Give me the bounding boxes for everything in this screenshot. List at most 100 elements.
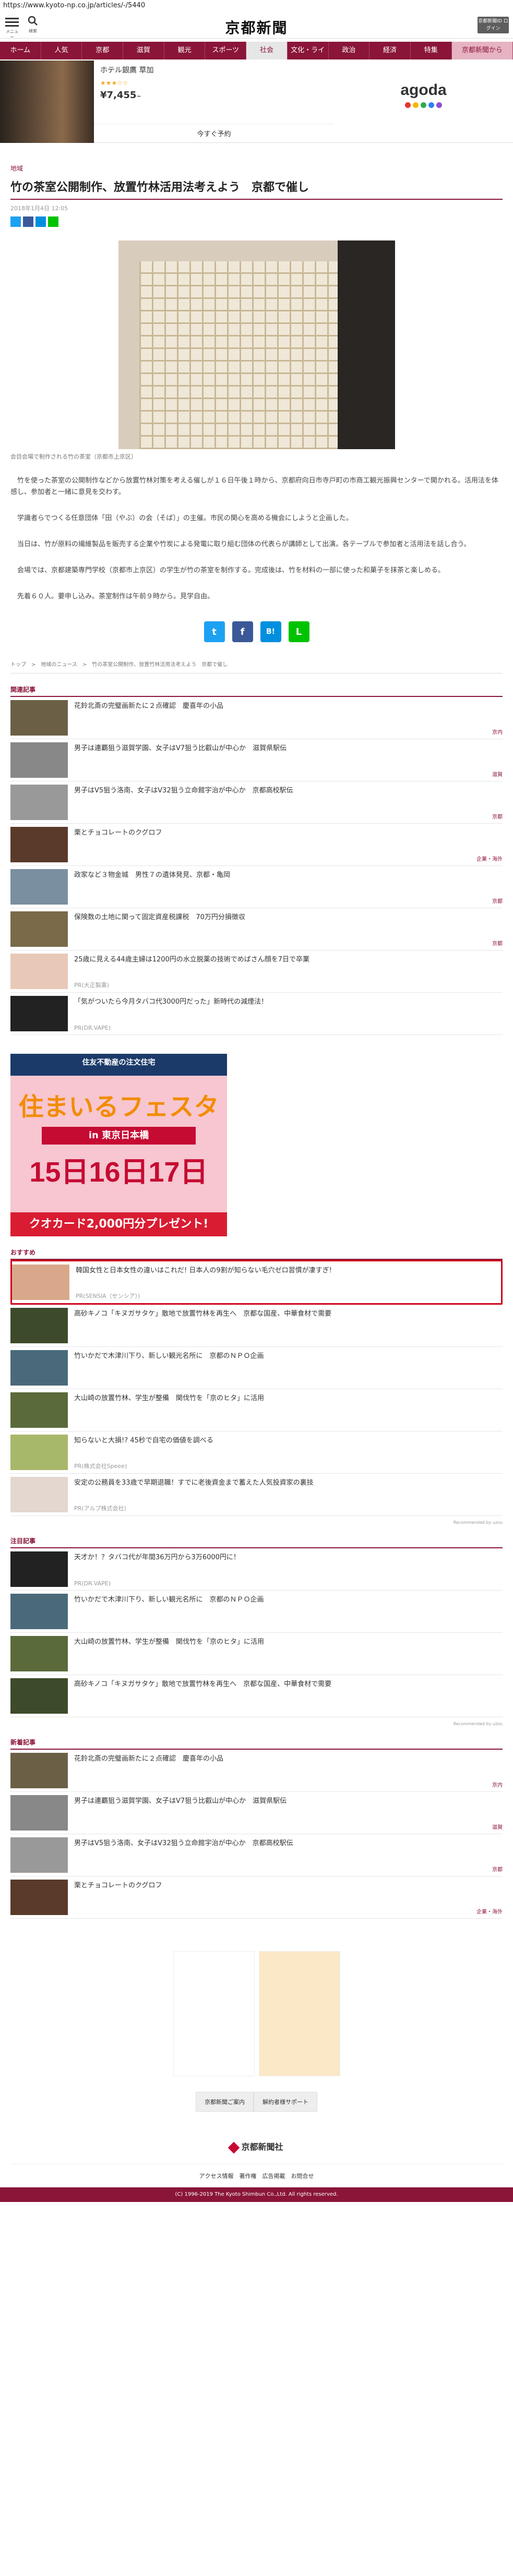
- login-button[interactable]: 京都新聞ID ログイン: [478, 17, 509, 33]
- thumbnail: [10, 1636, 68, 1671]
- popular-heading: 注目記事: [10, 1536, 503, 1548]
- nav-item[interactable]: 政治: [328, 42, 370, 59]
- hatena-icon[interactable]: [35, 216, 46, 227]
- sponsor-label: PR(DR.VAPE): [74, 1025, 111, 1031]
- thumbnail: [10, 1678, 68, 1714]
- nav-item[interactable]: 人気: [41, 42, 82, 59]
- facebook-icon[interactable]: [23, 216, 33, 227]
- item-tag: 滋賀: [492, 1825, 503, 1831]
- hotel-image: [0, 61, 94, 143]
- book-now-link[interactable]: 今すぐ予約: [94, 124, 334, 138]
- list-item[interactable]: 25歳に見える44歳主婦は1200円の水立脱薬の技術でめばさん顔を7日で卒業 PR…: [10, 950, 503, 993]
- list-item[interactable]: 天才か！？タバコ代が年間36万円から3万6000円に！ PR(DR.VAPE): [10, 1548, 503, 1591]
- copyright: (C) 1996-2019 The Kyoto Shimbun Co.,Ltd.…: [0, 2187, 513, 2202]
- item-tag: 京内: [492, 730, 503, 736]
- support-button[interactable]: 解約者様サポート: [254, 2092, 317, 2112]
- related-heading: 関連記事: [10, 685, 503, 697]
- thumbnail: [10, 1308, 68, 1343]
- item-tag: 京都: [492, 1867, 503, 1873]
- list-item[interactable]: 「気がついたら今月タバコ代3000円だった」新時代の減煙法！ PR(DR.VAPE…: [10, 993, 503, 1035]
- nav-item[interactable]: 経済: [369, 42, 411, 59]
- uzou-credit-2: Recommended by uzou: [453, 1722, 503, 1726]
- footer-logo: 京都新聞社: [10, 2140, 503, 2153]
- twitter-share-icon[interactable]: t: [204, 621, 225, 642]
- line-share-icon[interactable]: L: [288, 621, 309, 642]
- list-item[interactable]: 高砂キノコ「キヌガサタケ」散地で放置竹林を再生へ 京都な国産、中華食材で需要: [10, 1305, 503, 1347]
- nav-item[interactable]: ホーム: [0, 42, 41, 59]
- list-item[interactable]: 花鈴北斎の完璧画新たに２点確認 慶喜年の小品 京内: [10, 697, 503, 739]
- guide-button[interactable]: 京都新聞ご案内: [196, 2092, 254, 2112]
- article-paragraph: 学識者らでつくる任意団体「田（やぶ）の会（そば）」の主催。市民の関心を高める機会…: [17, 514, 353, 522]
- item-title: 大山崎の放置竹林、学生が整備 関伐竹を「京のヒタ」に活用: [74, 1638, 265, 1646]
- thumbnail: [10, 1880, 68, 1915]
- list-item[interactable]: 男子は連覇狙う滋賀学園、女子はV7狙う比叡山が中心か 滋賀県駅伝滋賀: [10, 1792, 503, 1834]
- nav-item[interactable]: 社会: [246, 42, 288, 59]
- nav-item[interactable]: 京都: [82, 42, 124, 59]
- item-title: 高砂キノコ「キヌガサタケ」散地で放置竹林を再生へ 京都な国産、中華食材で需要: [74, 1680, 332, 1688]
- list-item[interactable]: 知らないと大損!? 45秒で自宅の価値を調べる PR(株式会社Speee): [10, 1431, 503, 1474]
- list-item[interactable]: 男子はV5狙う洛南、女子はV32狙う立命館宇治が中心か 京都高校駅伝 京都: [10, 781, 503, 824]
- list-item[interactable]: 男子は連覇狙う滋賀学園、女子はV7狙う比叡山が中心か 滋賀県駅伝 滋賀: [10, 739, 503, 781]
- agoda-dot: [405, 102, 411, 108]
- list-item[interactable]: 竹いかだで木津川下り、新しい観光名所に 京都のＮＰＯ企画: [10, 1591, 503, 1633]
- thumbnail: [10, 1435, 68, 1470]
- list-item[interactable]: 政家など３物金城 男性７の遺体発見、京都・亀岡京都: [10, 866, 503, 908]
- thumbnail: [10, 1551, 68, 1587]
- hatena-share-icon[interactable]: B!: [260, 621, 281, 642]
- thumbnail: [10, 785, 68, 820]
- list-item[interactable]: 大山崎の放置竹林、学生が整備 関伐竹を「京のヒタ」に活用: [10, 1633, 503, 1675]
- article-paragraph: 竹を使った茶室の公開制作などから放置竹林対策を考える催しが１６日午後１時から、京…: [10, 477, 498, 496]
- breadcrumb[interactable]: トップ > 地域のニュース > 竹の茶室公開制作、放置竹林活用法考えよう 京都で…: [10, 660, 503, 673]
- sponsor-label: PR(SENSIA（センシア）): [76, 1293, 140, 1299]
- twitter-icon[interactable]: [10, 216, 21, 227]
- list-item[interactable]: 花鈴北斎の完璧画新たに２点確認 慶喜年の小品 京内: [10, 1750, 503, 1792]
- list-item[interactable]: 韓国女性と日本女性の違いはこれだ! 日本人の9割が知らない毛穴ゼロ習慣が凄すぎ!…: [10, 1260, 503, 1305]
- item-title: 花鈴北斎の完璧画新たに２点確認 慶喜年の小品: [74, 1755, 224, 1763]
- item-tag: 京都: [492, 941, 503, 947]
- housing-fair-ad[interactable]: 住友不動産の注文住宅 住まいるフェスタ in 東京日本橋 15日16日17日 ク…: [10, 1054, 227, 1236]
- article-paragraph: 当日は、竹が原料の繊維製品を販売する企業や竹炭による発電に取り組む団体の代表らが…: [17, 540, 471, 548]
- thumbnail: [10, 1753, 68, 1788]
- list-item[interactable]: 安定の公務員を33歳で早期退職！すでに老後資金まで蓄えた人気投資家の裏技 PR(ア…: [10, 1474, 503, 1516]
- list-item[interactable]: 保険数の土地に関って固定資産税課税 70万円分損徴収 京都: [10, 908, 503, 950]
- nav-item[interactable]: スポーツ: [205, 42, 247, 59]
- item-tag: 京都: [492, 899, 503, 905]
- list-item[interactable]: 竹いかだで木津川下り、新しい観光名所に 京都のＮＰＯ企画: [10, 1347, 503, 1389]
- thumbnail: [10, 827, 68, 862]
- article-title: 竹の茶室公開制作、放置竹林活用法考えよう 京都で催し: [10, 178, 503, 200]
- footer-links[interactable]: アクセス情報 著作権 広告掲載 お問合せ: [10, 2164, 503, 2180]
- sponsor-label: PR(アルプ株式会社): [74, 1505, 126, 1512]
- nav-item[interactable]: 観光: [164, 42, 206, 59]
- item-title: 安定の公務員を33歳で早期退職！すでに老後資金まで蓄えた人気投資家の裏技: [74, 1479, 314, 1487]
- list-item[interactable]: 男子はV5狙う洛南、女子はV32狙う立命館宇治が中心か 京都高校駅伝 京都: [10, 1834, 503, 1876]
- sponsor-label: PR(DR.VAPE): [74, 1580, 111, 1587]
- item-title: 竹いかだで木津川下り、新しい観光名所に 京都のＮＰＯ企画: [74, 1352, 264, 1360]
- list-item[interactable]: 大山崎の放置竹林、学生が整備 関伐竹を「京のヒタ」に活用: [10, 1389, 503, 1431]
- agoda-dot: [421, 102, 426, 108]
- uzou-credit: Recommended by uzou: [453, 1520, 503, 1525]
- facebook-share-icon[interactable]: f: [232, 621, 253, 642]
- list-item[interactable]: 栗とチョコレートのクグロフ 企業・海外: [10, 824, 503, 866]
- thumbnail: [10, 1594, 68, 1629]
- nav-item[interactable]: 特集: [410, 42, 452, 59]
- site-logo[interactable]: 京都新聞: [0, 17, 513, 38]
- agoda-dot: [413, 102, 419, 108]
- thumbnail: [10, 1837, 68, 1873]
- item-title: 大山崎の放置竹林、学生が整備 関伐竹を「京のヒタ」に活用: [74, 1394, 265, 1402]
- list-item[interactable]: 高砂キノコ「キヌガサタケ」散地で放置竹林を再生へ 京都な国産、中華食材で需要: [10, 1675, 503, 1717]
- hotel-ad[interactable]: ホテル銀鷹 草加 ★★★☆☆ ¥7,455~ 今すぐ予約 agoda: [0, 61, 513, 143]
- list-item[interactable]: 栗とチョコレートのクグロフ 企業・海外: [10, 1876, 503, 1919]
- thumbnail: [12, 1265, 69, 1300]
- article-category[interactable]: 地域: [10, 164, 503, 173]
- manga-ad[interactable]: [173, 1951, 340, 2076]
- nav-item[interactable]: 滋賀: [123, 42, 164, 59]
- main-nav: ホーム 人気 京都 滋賀 観光 スポーツ 社会 文化・ライフ 政治 経済 特集 京都新聞から: [0, 42, 513, 72]
- line-icon[interactable]: [48, 216, 58, 227]
- item-title: 男子は連覇狙う滋賀学園、女子はV7狙う比叡山が中心か 滋賀県駅伝: [74, 1797, 287, 1805]
- address-bar[interactable]: https://www.kyoto-np.co.jp/articles/-/54…: [0, 0, 513, 11]
- item-title: 政家など３物金城 男性７の遺体発見、京都・亀岡: [74, 871, 231, 879]
- nav-item[interactable]: 京都新聞から: [451, 42, 513, 59]
- item-title: 天才か！？タバコ代が年間36万円から3万6000円に！: [74, 1554, 240, 1561]
- nav-item[interactable]: 文化・ライフ: [287, 42, 329, 72]
- footer-buttons: 京都新聞ご案内 解約者様サポート: [10, 2092, 503, 2112]
